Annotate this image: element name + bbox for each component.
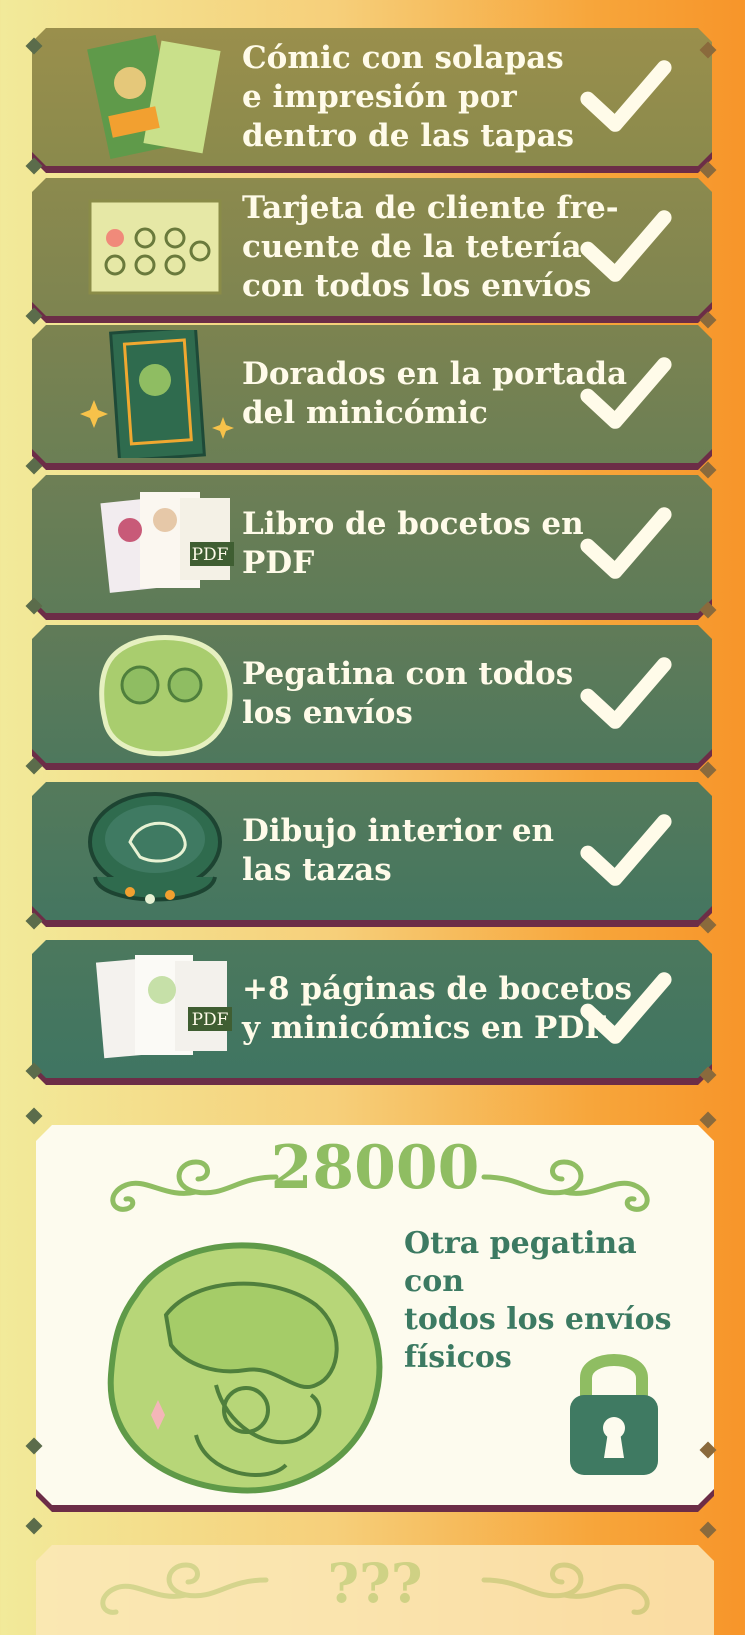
reward-card: Dorados en la portada del minicómic	[32, 325, 712, 463]
gold-cover-image	[70, 330, 240, 458]
reward-label: Cómic con solapas e impresión por dentro…	[242, 39, 574, 154]
reward-card: Dibujo interior en las tazas	[32, 782, 712, 920]
checkmark-icon	[576, 645, 674, 743]
sticker-illustration-image	[96, 1235, 396, 1500]
checkmark-icon	[576, 345, 674, 443]
cup-drawing-image	[70, 787, 240, 915]
comic-cover-image	[70, 33, 240, 161]
next-goal-card: ???	[36, 1545, 714, 1635]
reward-label: Tarjeta de cliente fre- cuente de la tet…	[242, 189, 619, 304]
checkmark-icon	[576, 198, 674, 296]
reward-label: Pegatina con todos los envíos	[242, 656, 574, 731]
extra-pages-pdf-image: PDF	[70, 945, 240, 1073]
left-diamond-ornament	[25, 1107, 43, 1125]
right-diamond-ornament	[699, 1521, 717, 1539]
checkmark-icon	[576, 48, 674, 146]
reward-card: Cómic con solapas e impresión por dentro…	[32, 28, 712, 166]
padlock-icon	[564, 1340, 664, 1480]
reward-label: +8 páginas de bocetos y minicómics en PD…	[242, 971, 633, 1046]
svg-text:PDF: PDF	[192, 1010, 229, 1030]
reward-card: Tarjeta de cliente fre- cuente de la tet…	[32, 178, 712, 316]
checkmark-icon	[576, 495, 674, 593]
checkmark-icon	[576, 960, 674, 1058]
reward-card: PDF Libro de bocetos en PDF	[32, 475, 712, 613]
right-diamond-ornament	[699, 1111, 717, 1129]
reward-card: Pegatina con todos los envíos	[32, 625, 712, 763]
loyalty-card-image	[70, 183, 240, 311]
goal-card: 28000 Otra pegatina con todos los envíos…	[36, 1125, 714, 1505]
checkmark-icon	[576, 802, 674, 900]
left-diamond-ornament	[25, 1517, 43, 1535]
sketchbook-pdf-image: PDF	[70, 480, 240, 608]
reward-label: Libro de bocetos en PDF	[242, 506, 584, 581]
goal-amount: 28000	[270, 1133, 480, 1203]
reward-card: PDF +8 páginas de bocetos y minicómics en…	[32, 940, 712, 1078]
sticker-image	[70, 630, 240, 758]
reward-label: Dorados en la portada del minicómic	[242, 356, 628, 431]
reward-label: Dibujo interior en las tazas	[242, 813, 555, 888]
next-goal-amount: ???	[327, 1551, 423, 1615]
svg-text:PDF: PDF	[192, 545, 229, 565]
